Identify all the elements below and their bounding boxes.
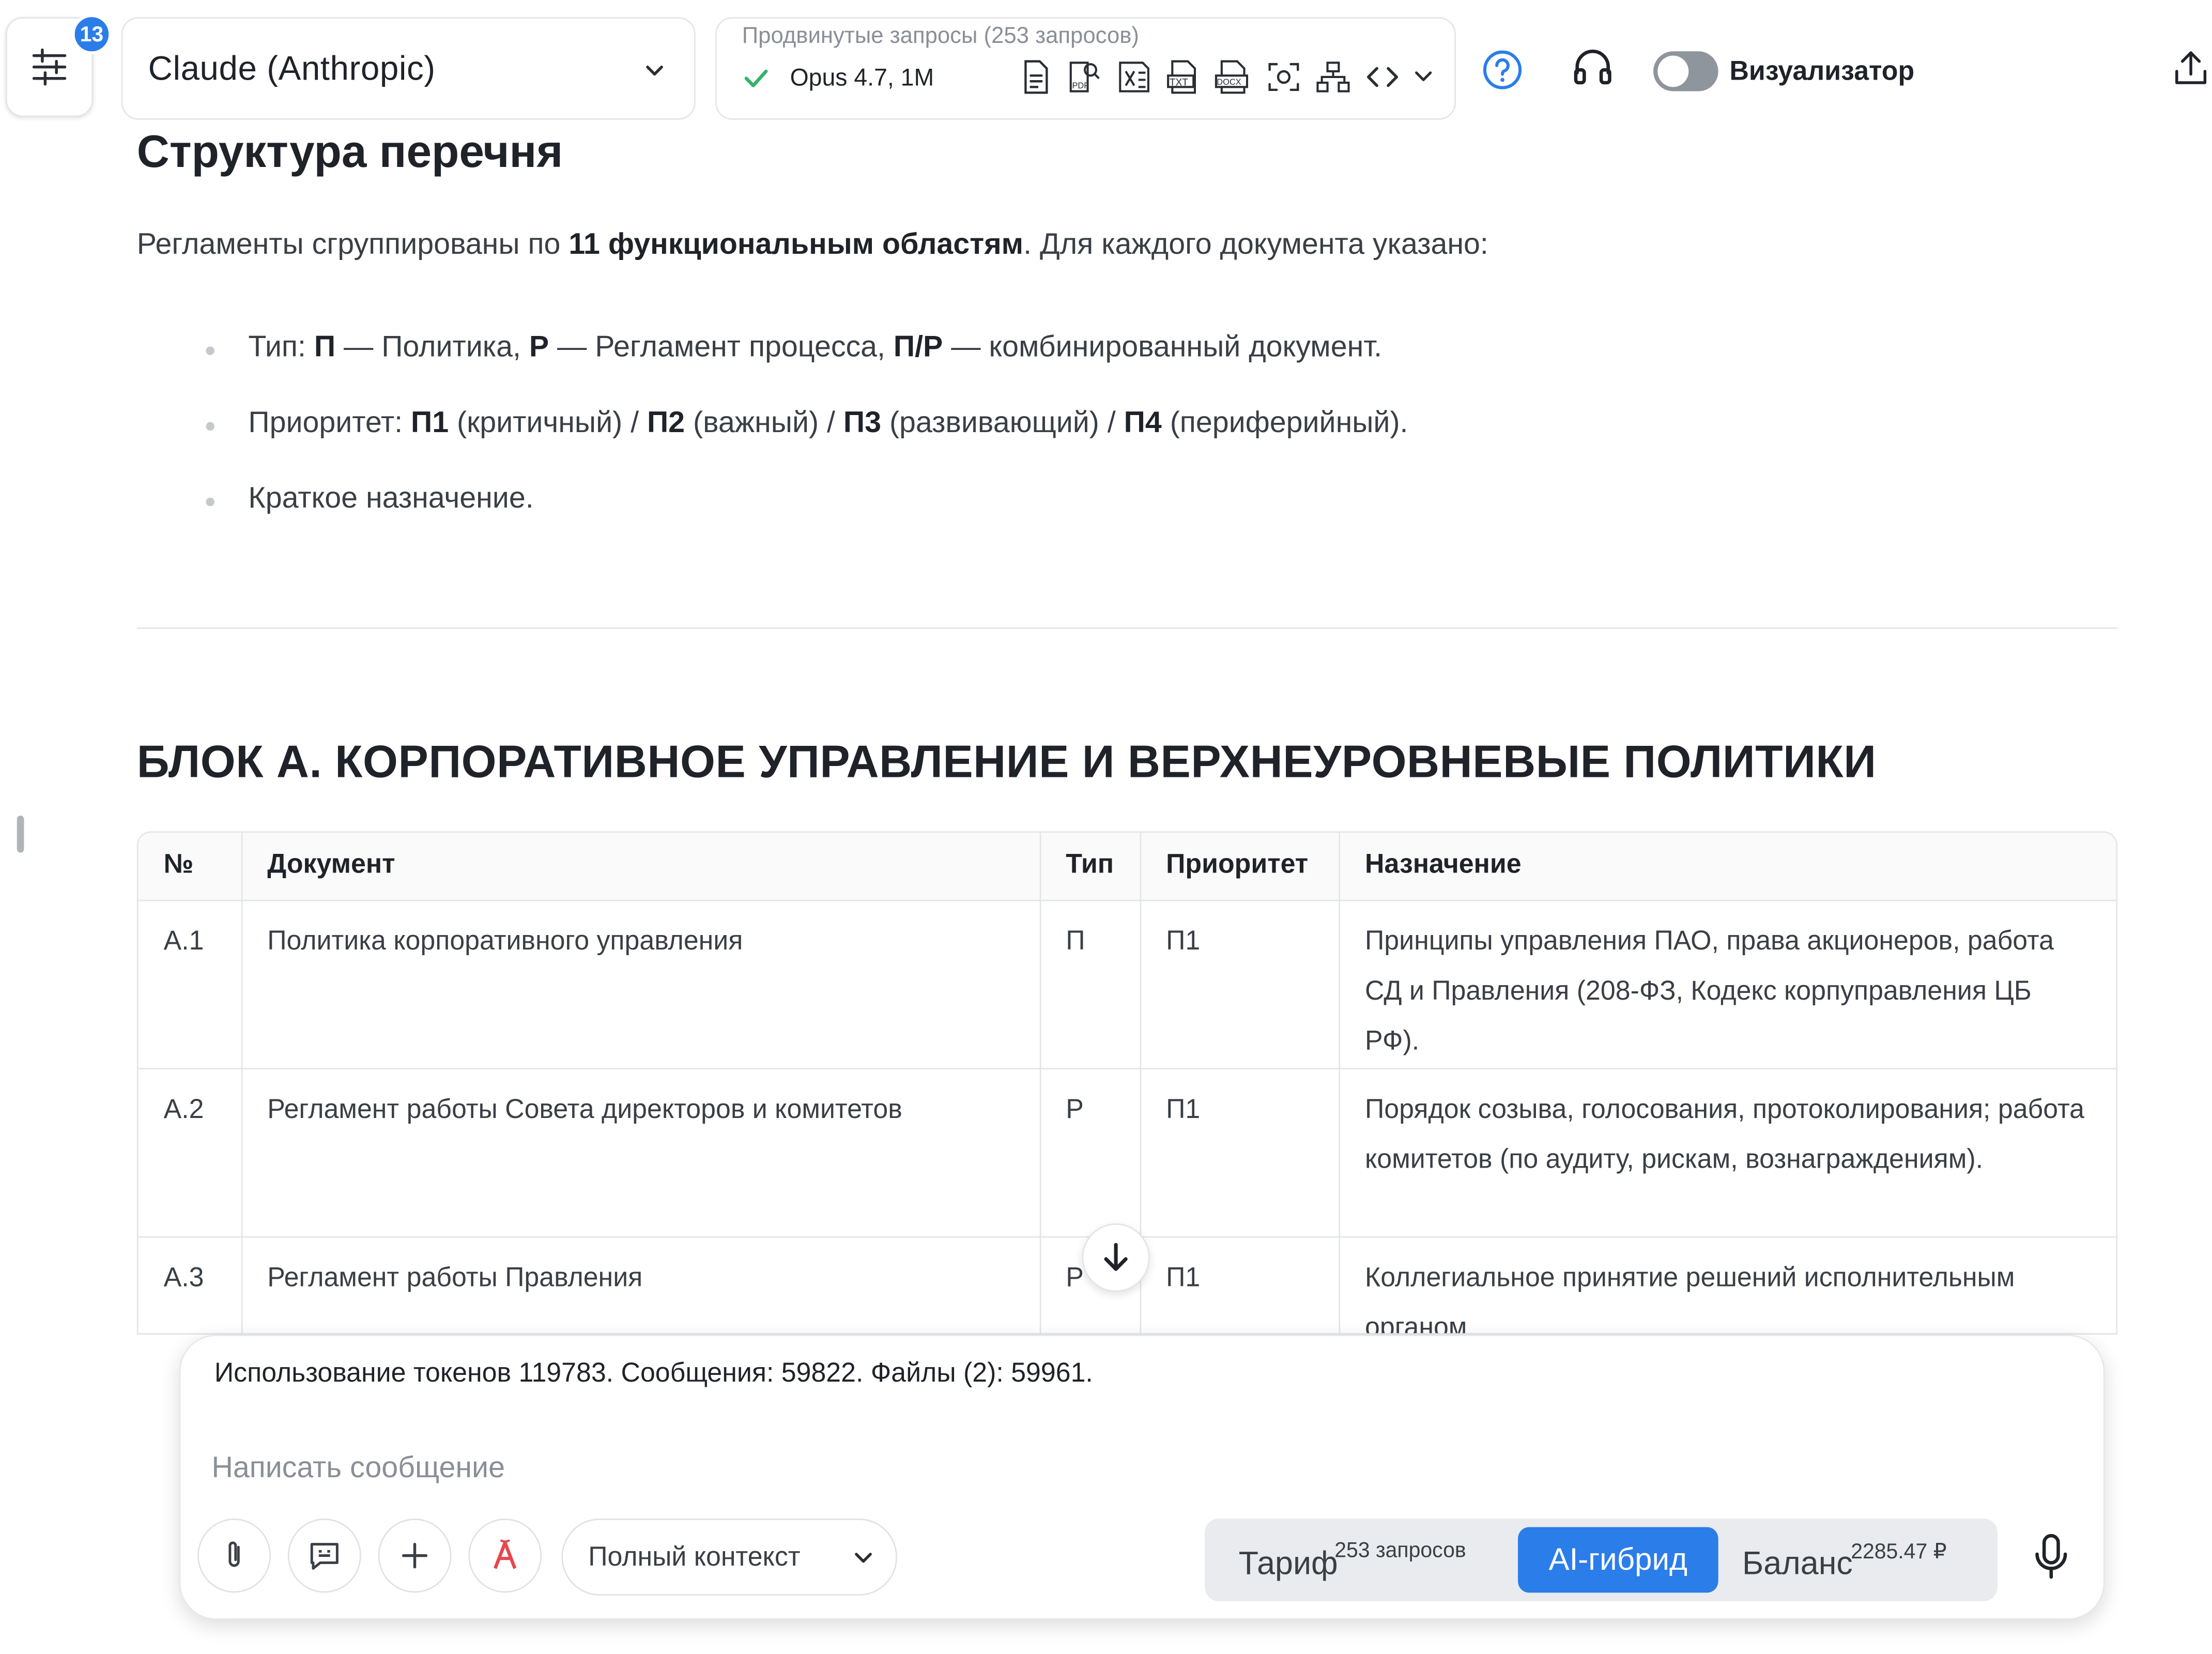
table-row: А.1 Политика корпоративного управления П… [138,899,2116,1069]
toggle-knob [1657,55,1689,87]
chat-quote-icon [308,1539,342,1573]
txt-icon[interactable]: TXT [1165,58,1202,96]
scroll-to-bottom-button[interactable] [1082,1223,1150,1292]
cell-number: А.1 [138,899,242,1069]
check-icon [742,64,771,93]
microphone-icon[interactable] [2032,1533,2071,1582]
model-select[interactable]: Claude (Anthropic) [121,17,696,120]
spellcheck-button[interactable] [468,1518,542,1593]
arrow-down-icon [1100,1240,1131,1275]
cell-document: Политика корпоративного управления [241,899,1041,1069]
spellcheck-icon [487,1537,524,1574]
cell-priority: П1 [1140,1068,1340,1237]
column-header-document: Документ [241,833,1041,901]
sliders-icon [29,47,69,87]
code-icon[interactable] [1364,58,1401,96]
cell-purpose: Порядок созыва, голосования, протоколиро… [1339,1068,2116,1237]
ai-hybrid-button[interactable]: AI-гибрид [1518,1527,1718,1593]
chevron-down-icon [851,1545,876,1571]
advanced-requests-panel[interactable]: Продвинутые запросы (253 запросов) Opus … [715,17,1456,120]
bullet-dot [206,497,214,507]
message-input[interactable] [208,1444,1202,1493]
sitemap-icon[interactable] [1315,58,1351,96]
column-header-purpose: Назначение [1339,833,2116,901]
chevron-down-icon [642,58,667,84]
table-row: А.2 Регламент работы Совета директоров и… [138,1068,2116,1237]
docx-icon[interactable]: DOCX [1215,58,1251,96]
message-composer: Использование токенов 119783. Сообщения:… [179,1335,2105,1620]
block-heading: БЛОК А. КОРПОРАТИВНОЕ УПРАВЛЕНИЕ И ВЕРХН… [136,736,1877,787]
notification-badge: 13 [72,14,112,54]
divider [136,627,2118,629]
cell-number: А.3 [138,1236,242,1334]
svg-text:DOCX: DOCX [1217,78,1241,87]
cell-priority: П1 [1140,899,1340,1069]
cell-purpose: Принципы управления ПАО, права акционеро… [1339,899,2116,1069]
table-header-row: № Документ Тип Приоритет Назначение [138,833,2116,901]
advanced-model-label: Opus 4.7, 1M [790,64,934,91]
balance-value: 2285.47 ₽ [1851,1540,1947,1565]
advanced-requests-title: Продвинутые запросы (253 запросов) [742,24,1139,49]
plus-icon [399,1540,430,1571]
headset-icon[interactable] [1570,47,1615,90]
cell-number: А.2 [138,1068,242,1237]
svg-text:TXT: TXT [1170,77,1188,88]
cell-priority: П1 [1140,1236,1340,1334]
help-icon[interactable] [1481,49,1524,91]
billing-mode-group: Тариф 253 запросов AI-гибрид Баланс 2285… [1205,1518,1998,1601]
document-icon[interactable] [1019,58,1053,96]
attach-button[interactable] [197,1518,271,1593]
cell-document: Регламент работы Совета директоров и ком… [241,1068,1041,1237]
cell-type: Р [1039,1068,1141,1237]
svg-text:PDF: PDF [1072,81,1089,90]
column-header-type: Тип [1039,833,1141,901]
screenshot-icon[interactable] [1265,58,1302,96]
column-header-priority: Приоритет [1140,833,1340,901]
cell-type: П [1039,899,1141,1069]
paperclip-icon [219,1539,250,1573]
share-icon[interactable] [2173,49,2209,88]
bullet-dot [206,346,214,355]
add-button[interactable] [378,1518,452,1593]
context-mode-select[interactable]: Полный контекст [561,1518,898,1596]
prompts-button[interactable] [287,1518,361,1593]
chevron-down-icon[interactable] [1411,64,1436,90]
tariff-label[interactable]: Тариф [1239,1544,1338,1583]
context-mode-value: Полный контекст [588,1542,801,1573]
cell-document: Регламент работы Правления [241,1236,1041,1334]
pdf-search-icon[interactable]: PDF [1067,58,1103,96]
resize-handle[interactable] [17,815,24,853]
balance-label[interactable]: Баланс [1742,1544,1853,1583]
section-heading: Структура перечня [136,125,563,177]
visualizer-toggle[interactable] [1653,51,1718,91]
column-header-number: № [138,833,242,901]
tariff-value: 253 запросов [1334,1538,1466,1563]
token-usage-text: Использование токенов 119783. Сообщения:… [214,1358,1093,1389]
cell-purpose: Коллегиальное принятие решений исполните… [1339,1236,2116,1334]
excel-icon[interactable] [1116,58,1153,96]
visualizer-label: Визуализатор [1729,57,1915,87]
intro-paragraph: Регламенты сгруппированы по 11 функциона… [136,228,1488,261]
bullet-dot [206,422,214,431]
model-select-value: Claude (Anthropic) [148,50,436,89]
